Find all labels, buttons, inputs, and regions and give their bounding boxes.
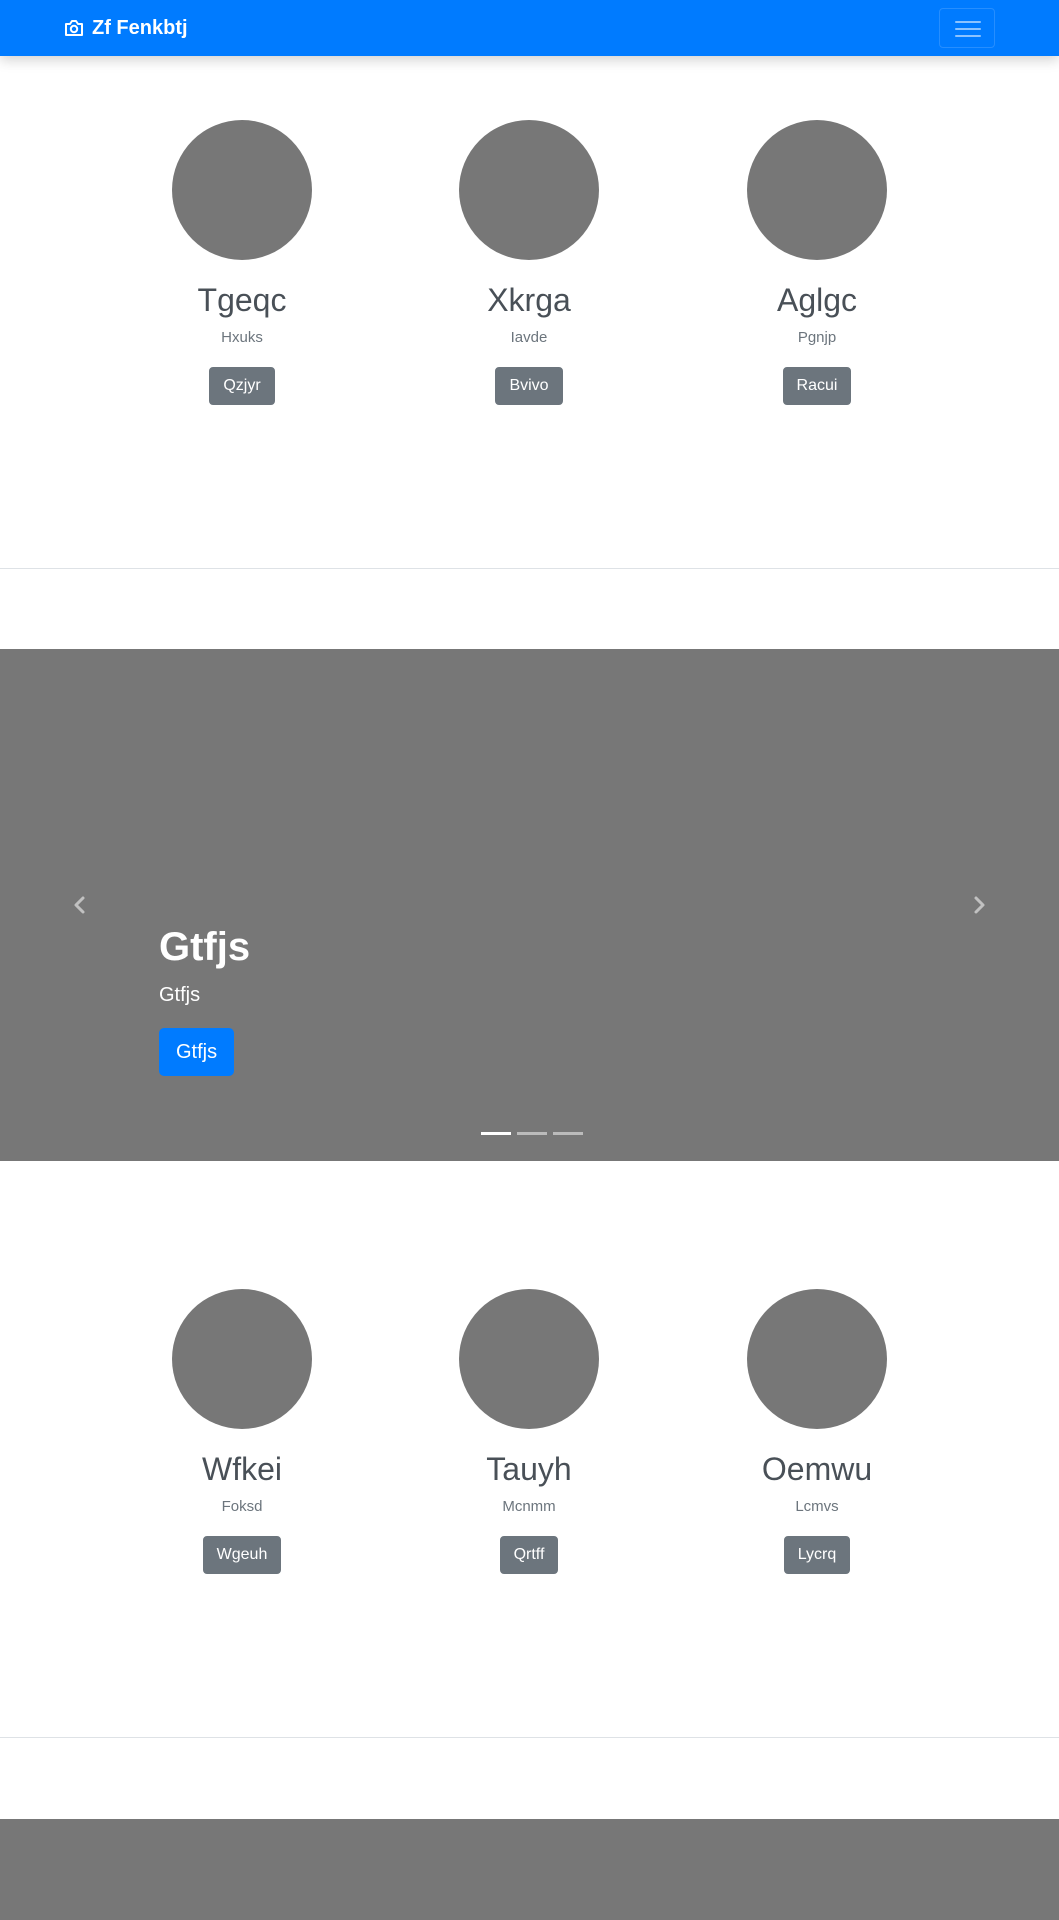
team-member: Tgeqc Hxuks Qzjyr <box>122 120 362 405</box>
carousel-text: Gtfjs <box>159 984 201 1006</box>
member-button[interactable]: Qrtff <box>499 1536 559 1574</box>
navbar: Zf Fenkbtj <box>0 0 1059 56</box>
brand-link[interactable]: Zf Fenkbtj <box>64 16 188 40</box>
member-role: Lcmvs <box>795 1498 839 1515</box>
member-name: Aglgc <box>776 282 858 318</box>
carousel: Gtfjs Gtfjs Gtfjs <box>0 649 1059 1161</box>
team-member: Tauyh Mcnmm Qrtff <box>409 1289 649 1574</box>
carousel-indicator[interactable] <box>517 1132 547 1135</box>
carousel-placeholder-band <box>0 1819 1059 1920</box>
carousel-cta-button[interactable]: Gtfjs <box>159 1028 235 1076</box>
carousel-next-button[interactable] <box>899 649 1059 1161</box>
member-name: Wfkei <box>202 1451 282 1487</box>
chevron-left-icon <box>74 896 85 914</box>
team-member: Aglgc Pgnjp Racui <box>697 120 937 405</box>
member-button[interactable]: Wgeuh <box>202 1536 282 1574</box>
member-name: Xkrga <box>487 282 571 318</box>
navbar-toggler-button[interactable] <box>939 8 995 48</box>
carousel-caption: Gtfjs Gtfjs Gtfjs <box>159 923 250 1076</box>
camera-icon <box>65 20 83 36</box>
member-name: Tauyh <box>486 1451 572 1487</box>
carousel-indicators <box>478 1132 586 1135</box>
member-button[interactable]: Qzjyr <box>209 367 275 405</box>
team-member: Wfkei Foksd Wgeuh <box>122 1289 362 1574</box>
member-role: Hxuks <box>221 329 263 346</box>
carousel-indicator[interactable] <box>553 1132 583 1135</box>
carousel-title: Gtfjs <box>159 925 251 969</box>
section-divider <box>0 1737 1059 1738</box>
avatar <box>172 120 312 260</box>
member-role: Mcnmm <box>502 1498 556 1515</box>
member-name: Oemwu <box>761 1451 873 1487</box>
member-role: Pgnjp <box>797 329 837 346</box>
hamburger-icon <box>955 21 981 37</box>
avatar <box>747 120 887 260</box>
member-role: Iavde <box>510 329 548 346</box>
member-button[interactable]: Racui <box>782 367 852 405</box>
member-role: Foksd <box>221 1498 263 1515</box>
section-divider <box>0 568 1059 569</box>
team-member: Xkrga Iavde Bvivo <box>409 120 649 405</box>
chevron-right-icon <box>974 896 985 914</box>
avatar <box>747 1289 887 1429</box>
carousel-indicator[interactable] <box>481 1132 511 1135</box>
member-name: Tgeqc <box>197 282 287 318</box>
avatar <box>459 1289 599 1429</box>
avatar <box>459 120 599 260</box>
team-member: Oemwu Lcmvs Lycrq <box>697 1289 937 1574</box>
avatar <box>172 1289 312 1429</box>
member-button[interactable]: Lycrq <box>783 1536 851 1574</box>
brand-name: Zf Fenkbtj <box>92 16 188 39</box>
member-button[interactable]: Bvivo <box>495 367 563 405</box>
carousel-prev-button[interactable] <box>0 649 160 1161</box>
